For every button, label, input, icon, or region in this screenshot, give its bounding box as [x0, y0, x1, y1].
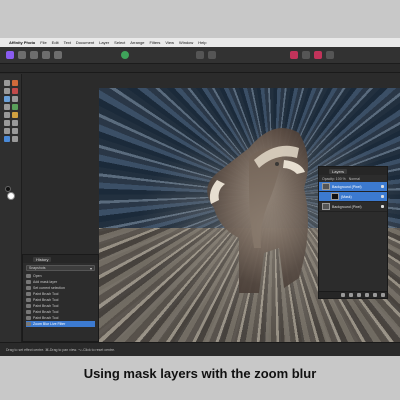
liquify-persona-icon[interactable]: [18, 51, 26, 59]
mask-icon[interactable]: [314, 51, 322, 59]
add-mask-icon[interactable]: [349, 293, 353, 297]
history-item-label: Paint Brush Tool: [33, 310, 59, 314]
live-filter-icon[interactable]: [365, 293, 369, 297]
history-item-label: Zoom Blur Live Filter: [33, 322, 66, 326]
history-panel: History Snapshots ▾ Open Add mask layer …: [22, 254, 99, 342]
move-tool-icon[interactable]: [4, 80, 10, 86]
dodge-tool-icon[interactable]: [4, 112, 10, 118]
menu-view[interactable]: View: [165, 40, 174, 45]
toolbar: [0, 47, 400, 64]
menu-select[interactable]: Select: [114, 40, 125, 45]
visibility-checkbox[interactable]: [381, 185, 384, 188]
delete-layer-icon[interactable]: [381, 293, 385, 297]
eraser-tool-icon[interactable]: [4, 104, 10, 110]
context-toolbar: [0, 64, 400, 73]
crop-tool-icon[interactable]: [4, 88, 10, 94]
layer-label: Background (Pixel): [332, 184, 362, 189]
history-step-icon: [26, 298, 31, 302]
history-item-label: Paint Brush Tool: [33, 316, 59, 320]
history-panel-header: History: [23, 255, 98, 263]
photo-persona-icon[interactable]: [6, 51, 14, 59]
layer-label: Background (Pixel): [332, 204, 362, 209]
history-step-icon: [26, 274, 31, 278]
adjustment-icon[interactable]: [357, 293, 361, 297]
blur-brush-tool-icon[interactable]: [4, 120, 10, 126]
history-step-icon: [26, 310, 31, 314]
history-item-selected[interactable]: Zoom Blur Live Filter: [26, 321, 95, 327]
layers-panel-header: Layers: [319, 167, 387, 175]
tone-mapping-persona-icon[interactable]: [42, 51, 50, 59]
menu-text[interactable]: Text: [64, 40, 71, 45]
red-eye-tool-icon[interactable]: [12, 120, 18, 126]
app-window: Affinity Photo File Edit Text Document L…: [0, 38, 400, 356]
align-icon[interactable]: [208, 51, 216, 59]
history-item-label: Add mask layer: [33, 280, 58, 284]
history-item-label: Open: [33, 274, 42, 278]
text-tool-icon[interactable]: [4, 136, 10, 142]
menu-layer[interactable]: Layer: [99, 40, 109, 45]
history-step-icon: [26, 304, 31, 308]
quick-mask-icon[interactable]: [290, 51, 298, 59]
visibility-checkbox[interactable]: [381, 205, 384, 208]
status-bar: Drag to set effect centre. ⌘-Drag to pan…: [0, 342, 400, 356]
layer-thumbnail: [322, 203, 330, 210]
menu-app-name[interactable]: Affinity Photo: [9, 40, 35, 45]
history-step-icon: [26, 322, 31, 326]
mask-layer-row[interactable]: (Mask): [319, 192, 387, 202]
shape-tool-icon[interactable]: [12, 128, 18, 134]
history-item-label: Paint Brush Tool: [33, 298, 59, 302]
mask-thumbnail: [331, 193, 339, 200]
history-item-label: Set current selection: [33, 286, 65, 290]
layer-row[interactable]: Background (Pixel): [319, 202, 387, 212]
history-step-icon: [26, 280, 31, 284]
history-step-icon: [26, 292, 31, 296]
history-item-label: Paint Brush Tool: [33, 292, 59, 296]
layer-row[interactable]: Background (Pixel): [319, 182, 387, 192]
menu-filters[interactable]: Filters: [150, 40, 161, 45]
primary-color-swatch[interactable]: [7, 192, 15, 200]
menu-document[interactable]: Document: [76, 40, 94, 45]
menu-edit[interactable]: Edit: [52, 40, 59, 45]
status-text: Drag to set effect centre. ⌘-Drag to pan…: [6, 347, 116, 352]
fill-tool-icon[interactable]: [12, 104, 18, 110]
snapping-icon[interactable]: [326, 51, 334, 59]
menu-arrange[interactable]: Arrange: [130, 40, 144, 45]
history-tab[interactable]: History: [33, 256, 52, 262]
selection-icon[interactable]: [302, 51, 310, 59]
menu-bar: Affinity Photo File Edit Text Document L…: [0, 38, 400, 47]
flood-select-tool-icon[interactable]: [12, 96, 18, 102]
layer-thumbnail: [322, 183, 330, 190]
menu-window[interactable]: Window: [179, 40, 193, 45]
paint-brush-tool-icon[interactable]: [12, 88, 18, 94]
pen-tool-icon[interactable]: [4, 128, 10, 134]
blend-mode-select[interactable]: Normal: [349, 177, 360, 181]
snapshots-dropdown[interactable]: Snapshots ▾: [26, 265, 95, 271]
selection-brush-tool-icon[interactable]: [4, 96, 10, 102]
layers-tab[interactable]: Layers: [329, 168, 348, 174]
arrange-icon[interactable]: [196, 51, 204, 59]
layers-options: Opacity: 100 % Normal: [319, 175, 387, 182]
develop-persona-icon[interactable]: [30, 51, 38, 59]
view-tool-icon[interactable]: [12, 80, 18, 86]
snapshots-dropdown-value: Snapshots: [29, 266, 46, 270]
history-item-label: Paint Brush Tool: [33, 304, 59, 308]
menu-file[interactable]: File: [40, 40, 46, 45]
layers-footer: [319, 291, 387, 298]
chevron-down-icon: ▾: [89, 266, 92, 271]
layer-label: (Mask): [341, 194, 352, 199]
assistant-icon[interactable]: [121, 51, 129, 59]
visibility-checkbox[interactable]: [381, 195, 384, 198]
zoom-tool-icon[interactable]: [12, 136, 18, 142]
export-persona-icon[interactable]: [54, 51, 62, 59]
menu-help[interactable]: Help: [198, 40, 206, 45]
layers-panel: Layers Opacity: 100 % Normal Background …: [318, 166, 388, 299]
opacity-control[interactable]: Opacity: 100 %: [322, 177, 346, 181]
caption: Using mask layers with the zoom blur: [83, 366, 317, 381]
history-step-icon: [26, 286, 31, 290]
add-group-icon[interactable]: [373, 293, 377, 297]
add-pixel-layer-icon[interactable]: [341, 293, 345, 297]
history-step-icon: [26, 316, 31, 320]
clone-tool-icon[interactable]: [12, 112, 18, 118]
tools-panel: [0, 74, 22, 342]
